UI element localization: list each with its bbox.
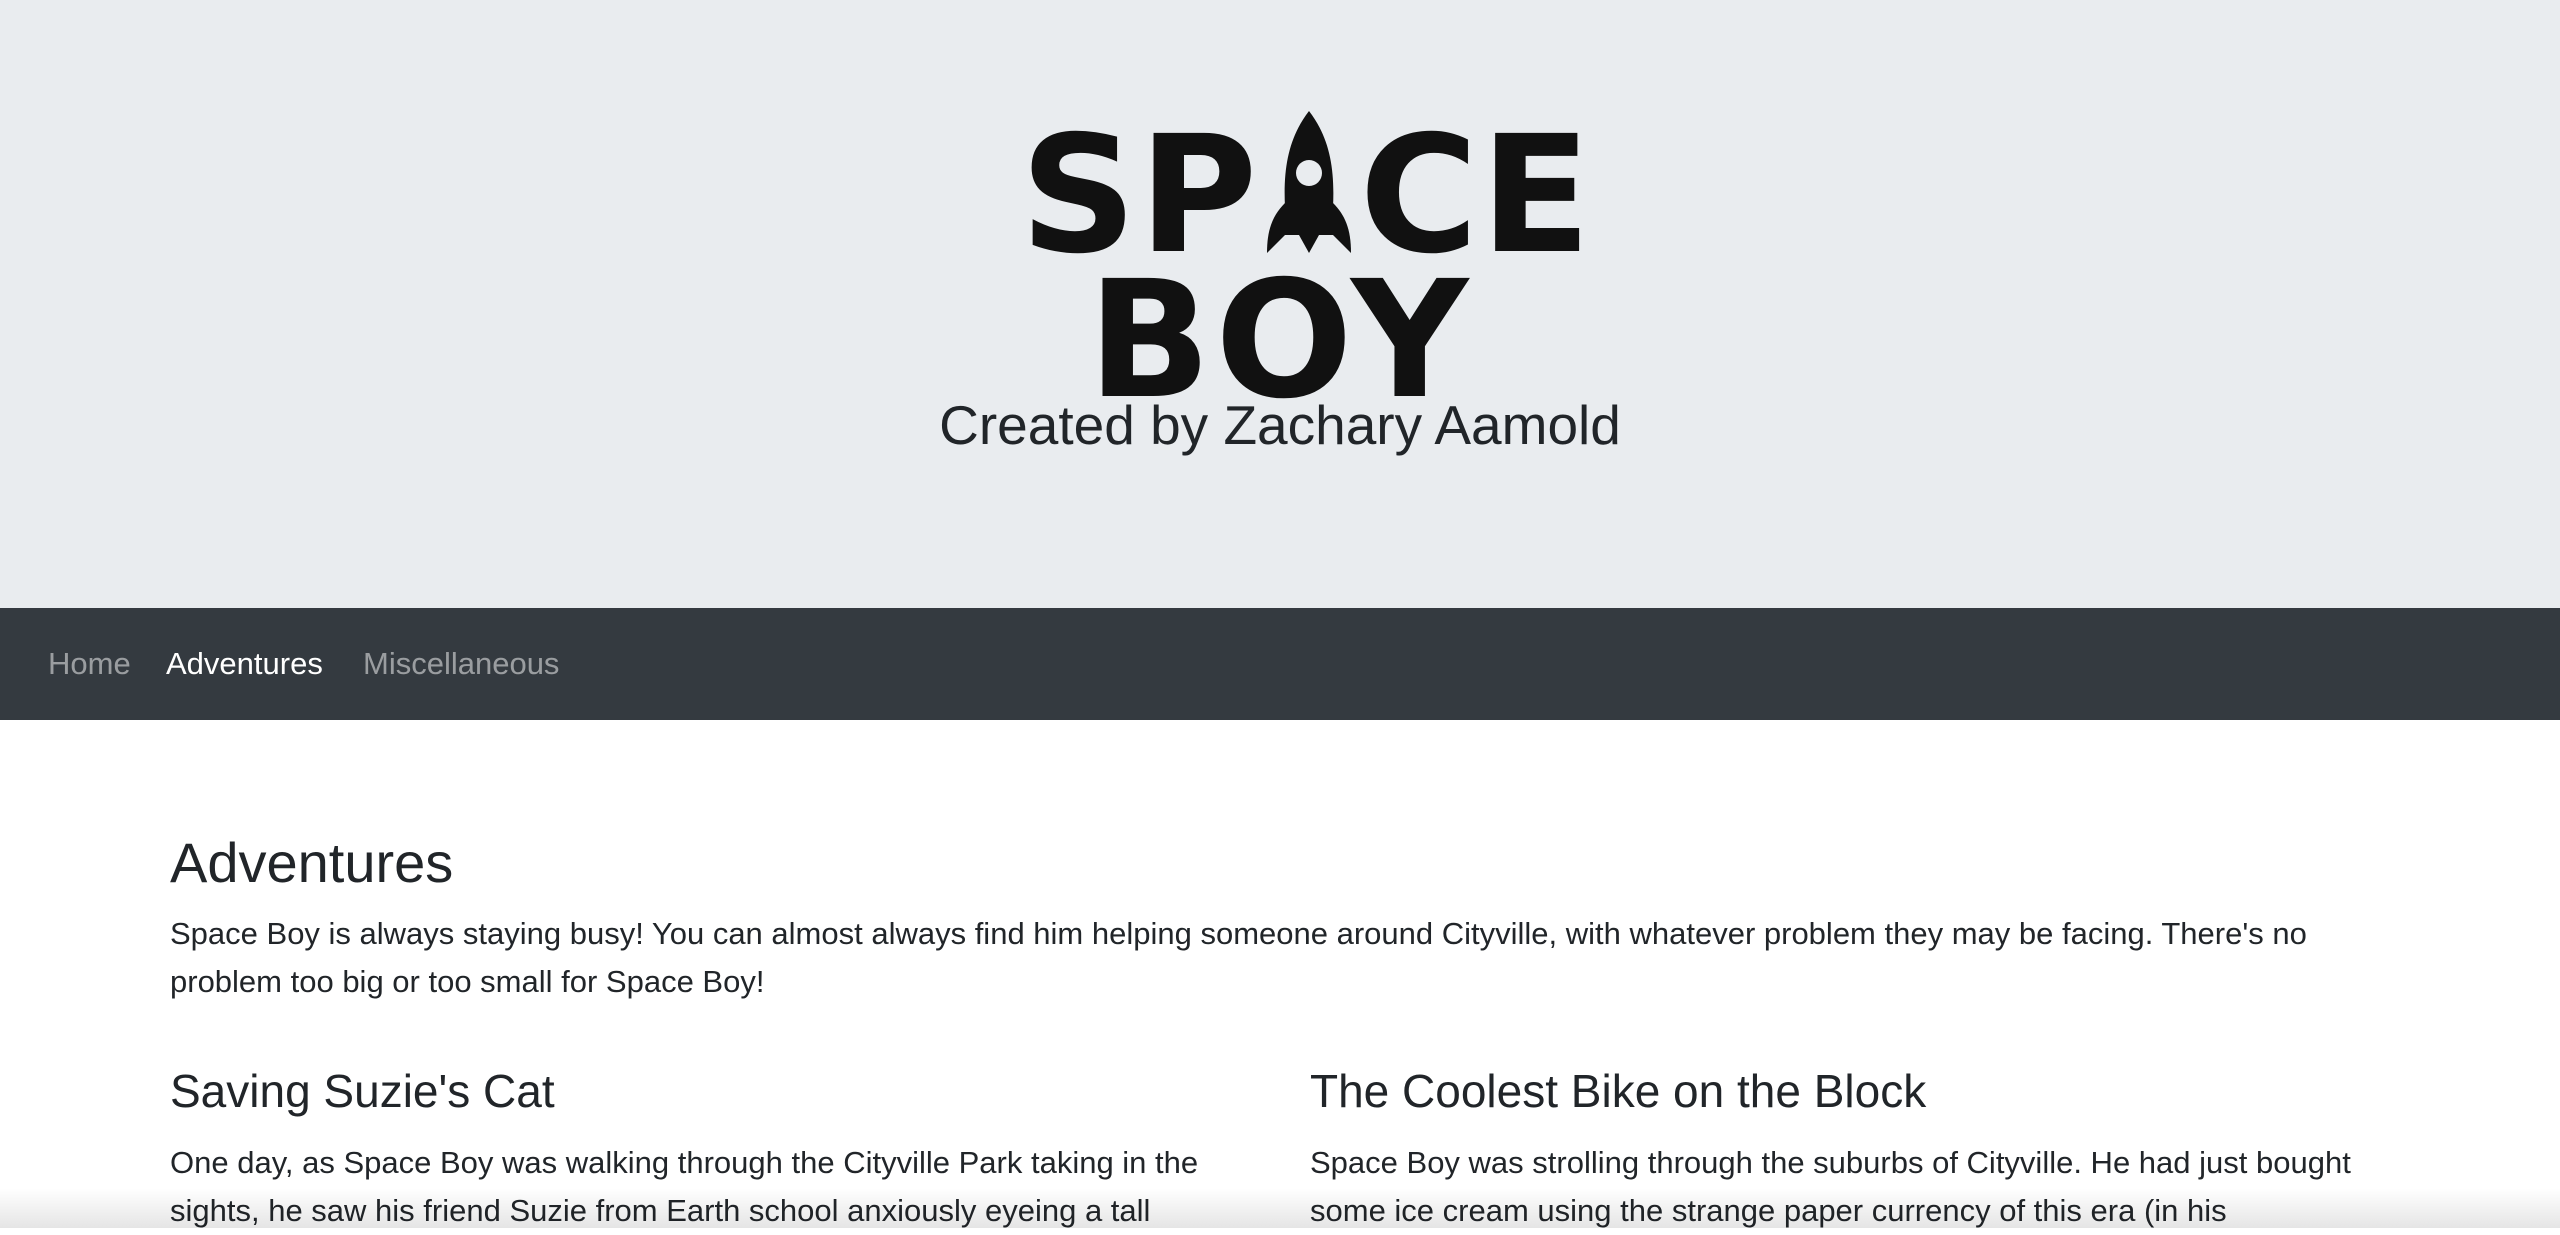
main-navbar: Home Adventures Miscellaneous bbox=[0, 608, 2560, 720]
story-title: Saving Suzie's Cat bbox=[170, 1065, 555, 1117]
rocket-icon bbox=[1259, 111, 1359, 255]
nav-link-adventures[interactable]: Adventures bbox=[166, 608, 323, 720]
page-intro: Space Boy is always staying busy! You ca… bbox=[170, 916, 2307, 999]
story-title: The Coolest Bike on the Block bbox=[1310, 1065, 1927, 1117]
nav-link-home[interactable]: Home bbox=[48, 608, 131, 720]
page-title: Adventures bbox=[170, 831, 454, 894]
story-excerpt: Space Boy was strolling through the subu… bbox=[1310, 1145, 2351, 1228]
hero-header: SP CE BOY Created by Zachary Aamold bbox=[0, 0, 2560, 608]
space-boy-logo: SP CE BOY bbox=[1020, 111, 1591, 422]
creator-tagline: Created by Zachary Aamold bbox=[939, 394, 1621, 456]
nav-link-miscellaneous[interactable]: Miscellaneous bbox=[363, 608, 559, 720]
story-excerpt: One day, as Space Boy was walking throug… bbox=[170, 1145, 1199, 1228]
